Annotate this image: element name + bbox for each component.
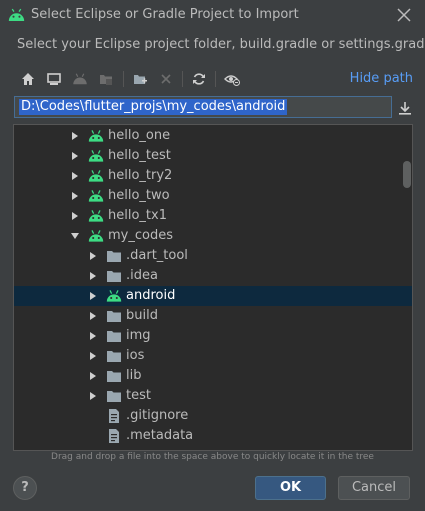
tree-row[interactable]: test [14,386,412,406]
folder-icon [107,351,121,362]
dialog-description: Select your Eclipse project folder, buil… [17,37,425,52]
chevron-right-icon[interactable] [88,311,98,321]
tree-row[interactable]: .dart_tool [14,246,412,266]
drag-drop-hint: Drag and drop a file into the space abov… [51,452,374,462]
folder-icon [107,371,121,382]
tree-row[interactable]: .gitignore [14,406,412,426]
android-icon [88,230,104,242]
window-title: Select Eclipse or Gradle Project to Impo… [31,7,299,22]
chevron-right-icon[interactable] [70,151,80,161]
path-input[interactable]: D:\Codes\flutter_projs\my_codes\android [14,96,392,118]
path-value: D:\Codes\flutter_projs\my_codes\android [19,99,288,115]
chevron-right-icon[interactable] [70,131,80,141]
tree-row-label: hello_two [108,188,170,203]
android-icon [88,170,104,182]
folder-icon [107,311,121,322]
android-icon [88,210,104,222]
tree-row-label: hello_tx1 [108,208,167,223]
tree-row[interactable]: hello_try2 [14,166,412,186]
chevron-right-icon[interactable] [88,331,98,341]
download-icon[interactable] [397,100,413,116]
toolbar-separator [215,71,216,87]
close-icon[interactable] [397,8,411,22]
scrollbar-thumb[interactable] [403,161,411,188]
tree-row[interactable]: build [14,306,412,326]
android-icon [88,130,104,142]
chevron-down-icon[interactable] [70,231,80,241]
chevron-right-icon[interactable] [88,391,98,401]
chevron-right-icon[interactable] [70,191,80,201]
android-icon[interactable] [70,69,90,89]
show-hidden-icon[interactable] [222,69,242,89]
cancel-button[interactable]: Cancel [338,476,410,500]
android-icon [88,190,104,202]
refresh-icon[interactable] [189,69,209,89]
toolbar-separator [123,71,124,87]
tree-row[interactable]: hello_one [14,126,412,146]
tree-row-label: lib [126,368,142,383]
chevron-right-icon[interactable] [88,251,98,261]
tree-row-label: my_codes [108,228,173,243]
file-icon [109,429,119,443]
tree-row-label: .idea [126,268,158,283]
folder-icon [107,271,121,282]
delete-icon[interactable] [156,69,176,89]
title-bar: Select Eclipse or Gradle Project to Impo… [0,0,425,32]
tree-row-label: .metadata [126,428,194,443]
help-button[interactable]: ? [13,476,37,500]
folder-icon [107,251,121,262]
home-icon[interactable] [18,69,38,89]
android-logo-icon [8,8,25,21]
chevron-right-icon[interactable] [88,371,98,381]
tree-row[interactable]: .idea [14,266,412,286]
file-icon [109,409,119,423]
tree-row-label: hello_try2 [108,168,173,183]
tree-row-label: .gitignore [126,408,189,423]
tree-row[interactable]: lib [14,366,412,386]
chevron-right-icon[interactable] [70,211,80,221]
android-icon [106,290,122,302]
tree-row[interactable]: my_codes [14,226,412,246]
tree-row-label: img [126,328,151,343]
android-icon [88,150,104,162]
chevron-right-icon[interactable] [88,351,98,361]
tree-row-label: hello_one [108,128,171,143]
tree-row-label: test [126,388,151,403]
file-tree[interactable]: hello_one hello_test hello_try2 hello_twohe… [13,124,413,451]
tree-row[interactable]: hello_tx1 [14,206,412,226]
chevron-right-icon[interactable] [70,171,80,181]
toolbar-separator [182,71,183,87]
folder-icon[interactable] [96,69,116,89]
tree-row[interactable]: android [14,286,412,306]
tree-row-label: .dart_tool [126,248,188,263]
new-folder-icon[interactable] [130,69,150,89]
hide-path-link[interactable]: Hide path [350,71,413,86]
tree-row-label: hello_test [108,148,171,163]
tree-row[interactable]: .metadata [14,426,412,446]
tree-row-label: android [126,288,176,303]
chevron-right-icon[interactable] [88,291,98,301]
desktop-icon[interactable] [44,69,64,89]
folder-icon [107,391,121,402]
folder-icon [107,331,121,342]
tree-row[interactable]: hello_two [14,186,412,206]
tree-row-label: ios [126,348,145,363]
ok-button[interactable]: OK [255,476,326,500]
tree-row[interactable]: ios [14,346,412,366]
chevron-right-icon[interactable] [88,271,98,281]
tree-row[interactable]: hello_test [14,146,412,166]
tree-row-label: build [126,308,158,323]
tree-row[interactable]: img [14,326,412,346]
